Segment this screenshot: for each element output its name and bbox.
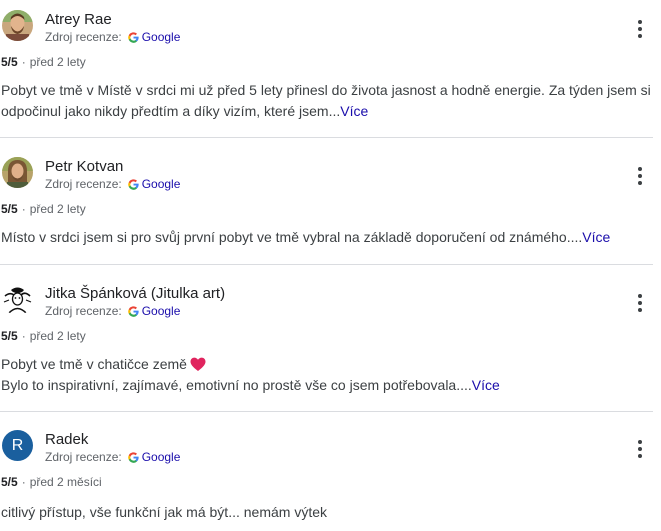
review-time: před 2 měsíci [29,475,102,489]
rating-line: 5/5 · před 2 lety [1,55,86,69]
more-options-button[interactable] [630,165,650,187]
divider [0,411,653,412]
rating-score: 5/5 [1,475,18,489]
divider [0,137,653,138]
review-time: před 2 lety [29,55,86,69]
review-source: Zdroj recenze: Google [45,30,180,44]
review-time: před 2 lety [29,202,86,216]
source-label: Zdroj recenze: [45,30,122,44]
divider [0,264,653,265]
review-text: citlivý přístup, vše funkční jak má být.… [1,504,327,520]
more-link[interactable]: Více [340,103,368,119]
rating-score: 5/5 [1,329,18,343]
ink-drawing-avatar-icon [2,284,33,315]
man-long-hair-photo-icon [2,157,33,188]
more-link[interactable]: Více [472,377,500,393]
google-g-icon [127,451,139,463]
google-label[interactable]: Google [142,30,181,44]
google-label[interactable]: Google [142,450,181,464]
review-text: Pobyt ve tmě v Místě v srdci mi už před … [1,82,651,119]
review-time: před 2 lety [29,329,86,343]
reviewer-name[interactable]: Petr Kotvan [45,158,123,175]
review-text: Pobyt ve tmě v chatičce země Bylo to ins… [1,356,500,393]
review-source: Zdroj recenze: Google [45,450,180,464]
google-label[interactable]: Google [142,177,181,191]
review-source: Zdroj recenze: Google [45,177,180,191]
more-options-button[interactable] [630,292,650,314]
avatar[interactable] [2,157,33,188]
reviewer-name[interactable]: Radek [45,431,88,448]
review-source: Zdroj recenze: Google [45,304,180,318]
google-g-icon [127,178,139,190]
google-g-icon [127,305,139,317]
more-options-button[interactable] [630,18,650,40]
source-label: Zdroj recenze: [45,304,122,318]
man-beard-photo-icon [2,10,33,41]
avatar[interactable] [2,284,33,315]
rating-score: 5/5 [1,202,18,216]
reviewer-name[interactable]: Atrey Rae [45,11,112,28]
avatar[interactable] [2,10,33,41]
source-label: Zdroj recenze: [45,177,122,191]
rating-line: 5/5 · před 2 lety [1,329,86,343]
google-label[interactable]: Google [142,304,181,318]
google-g-icon [127,31,139,43]
review-text: Místo v srdci jsem si pro svůj první pob… [1,229,611,245]
red-heart-icon [190,357,206,371]
avatar-letter: R [11,436,24,454]
rating-line: 5/5 · před 2 lety [1,202,86,216]
source-label: Zdroj recenze: [45,450,122,464]
rating-score: 5/5 [1,55,18,69]
rating-line: 5/5 · před 2 měsíci [1,475,102,489]
reviewer-name[interactable]: Jitka Špánková (Jitulka art) [45,285,225,302]
avatar[interactable]: R [2,430,33,461]
more-link[interactable]: Více [582,229,610,245]
more-options-button[interactable] [630,438,650,460]
